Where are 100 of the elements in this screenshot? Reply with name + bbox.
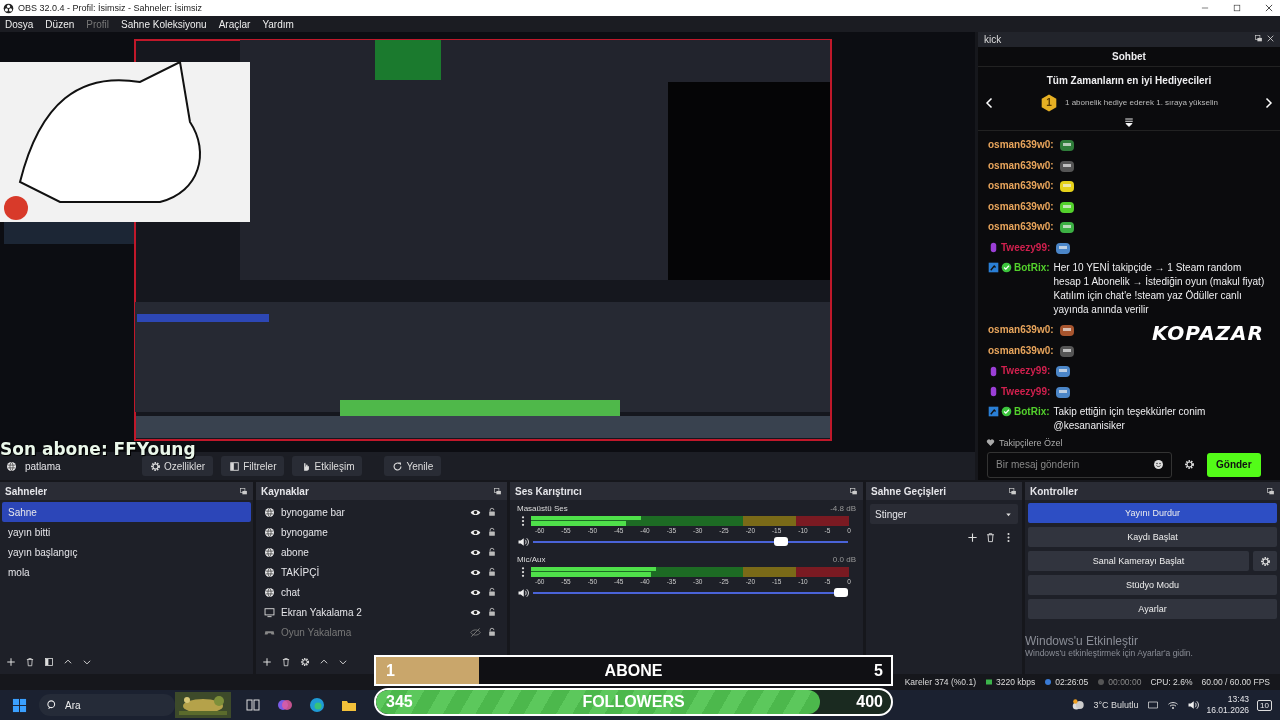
chat-username[interactable]: BotRix:	[1014, 404, 1050, 419]
cpu-usage: CPU: 2.6%	[1150, 677, 1193, 687]
transition-dropdown[interactable]: Stinger	[870, 504, 1018, 524]
source-item[interactable]: bynogame bar	[281, 506, 464, 518]
plus-icon[interactable]	[6, 657, 16, 667]
source-item[interactable]: chat	[281, 586, 464, 598]
chat-username[interactable]: osman639w0:	[988, 135, 1054, 156]
up-icon[interactable]	[63, 657, 73, 667]
scene-item[interactable]: mola	[2, 562, 251, 582]
float-icon[interactable]	[849, 486, 858, 496]
float-icon[interactable]	[1266, 486, 1275, 496]
chat-username[interactable]: Tweezy99:	[1001, 361, 1051, 382]
lock-icon[interactable]	[487, 527, 497, 537]
source-item[interactable]: abone	[281, 546, 464, 558]
task-view-icon[interactable]	[245, 697, 261, 713]
chat-username[interactable]: osman639w0:	[988, 196, 1054, 217]
control-button[interactable]: Sanal Kamerayı Başlat	[1028, 551, 1249, 571]
copilot-icon[interactable]	[277, 697, 293, 713]
clock[interactable]: 13:43 16.01.2026	[1206, 694, 1250, 716]
chat-username[interactable]: Tweezy99:	[1001, 381, 1051, 402]
tray-icon[interactable]	[1146, 699, 1159, 711]
float-icon[interactable]	[239, 486, 248, 496]
control-button[interactable]: Ayarlar	[1028, 599, 1277, 619]
eye-off-icon[interactable]	[470, 626, 481, 638]
chat-username[interactable]: osman639w0:	[988, 340, 1054, 361]
weather-text[interactable]: 3°C Bulutlu	[1093, 700, 1139, 710]
speaker-icon[interactable]	[517, 536, 529, 548]
speaker-icon[interactable]	[517, 587, 529, 599]
chat-username[interactable]: BotRix:	[1014, 260, 1050, 275]
control-button[interactable]: Yayını Durdur	[1028, 503, 1277, 523]
lock-icon[interactable]	[487, 547, 497, 557]
globe-icon	[264, 546, 275, 558]
maximize-icon[interactable]	[1232, 3, 1242, 13]
weather-icon[interactable]	[1071, 698, 1086, 712]
chat-username[interactable]: osman639w0:	[988, 320, 1054, 341]
lock-icon[interactable]	[487, 507, 497, 517]
settings-button[interactable]	[1253, 551, 1277, 571]
trash-icon[interactable]	[281, 657, 291, 667]
scene-item[interactable]: yayın başlangıç	[2, 542, 251, 562]
gear-icon[interactable]	[300, 657, 310, 667]
gifters-text: 1 abonelik hediye ederek 1. sıraya yükselin	[1065, 98, 1218, 108]
chat-username[interactable]: osman639w0:	[988, 217, 1054, 238]
menu-item[interactable]: Düzen	[45, 18, 75, 30]
lock-icon[interactable]	[487, 627, 497, 637]
chat-username[interactable]: osman639w0:	[988, 155, 1054, 176]
chat-username[interactable]: osman639w0:	[988, 176, 1054, 197]
collapse-icon[interactable]	[1123, 115, 1135, 128]
source-item[interactable]: TAKİPÇİ	[281, 566, 464, 578]
down-icon[interactable]	[82, 657, 92, 667]
control-button[interactable]: Stüdyo Modu	[1028, 575, 1277, 595]
menu-item[interactable]: Araçlar	[218, 18, 251, 30]
speaker-icon[interactable]	[1186, 699, 1199, 711]
lock-icon[interactable]	[487, 567, 497, 577]
settings-icon[interactable]	[1184, 459, 1195, 471]
scene-item[interactable]: yayın bitti	[2, 522, 251, 542]
search-field[interactable]: Ara	[39, 694, 175, 716]
slider-thumb[interactable]	[773, 537, 788, 546]
record-icon	[1097, 678, 1106, 686]
scene-item[interactable]: Sahne	[2, 502, 251, 522]
chat-username[interactable]: Tweezy99:	[1001, 237, 1051, 258]
record-time: 00:00:00	[1108, 677, 1142, 687]
down-icon[interactable]	[338, 657, 348, 667]
float-icon[interactable]	[493, 486, 502, 496]
wifi-icon[interactable]	[1166, 699, 1179, 711]
float-icon[interactable]	[1254, 34, 1264, 44]
message-field[interactable]: Bir mesaj gönderin	[987, 451, 1172, 478]
menu-item[interactable]: Sahne Koleksiyonu	[121, 18, 207, 30]
menu-item[interactable]: Yardım	[262, 18, 294, 30]
activation-text: Windows'u etkinleştirmek için Ayarlar'a gidin.	[1025, 648, 1193, 658]
float-icon[interactable]	[1008, 486, 1017, 496]
close-icon[interactable]	[1266, 34, 1275, 44]
globe-icon	[264, 586, 275, 598]
emoji-icon[interactable]	[1153, 458, 1164, 470]
filter-icon[interactable]	[44, 657, 54, 667]
source-item[interactable]: bynogame	[281, 526, 464, 538]
start-icon[interactable]	[12, 697, 27, 713]
source-item[interactable]: Oyun Yakalama	[281, 626, 464, 638]
toolbar-button[interactable]: Filtreler	[221, 456, 285, 476]
close-icon[interactable]	[1264, 3, 1274, 13]
plus-icon[interactable]	[262, 657, 272, 667]
lock-icon[interactable]	[487, 607, 497, 617]
control-button[interactable]: Kaydı Başlat	[1028, 527, 1277, 547]
slider-thumb[interactable]	[834, 588, 848, 597]
fps: 60.00 / 60.00 FPS	[1201, 677, 1270, 687]
trash-icon[interactable]	[25, 657, 35, 667]
source-item[interactable]: Ekran Yakalama 2	[281, 606, 464, 618]
up-icon[interactable]	[319, 657, 329, 667]
lock-icon[interactable]	[487, 587, 497, 597]
toolbar-button[interactable]: Etkileşim	[292, 456, 363, 476]
notification-count[interactable]: 10	[1257, 699, 1272, 711]
trash-icon[interactable]	[985, 532, 996, 543]
volume-reading: -4.8 dB	[830, 504, 856, 515]
gear-icon	[1259, 555, 1271, 567]
plus-icon[interactable]	[967, 532, 978, 543]
menu-item[interactable]: Dosya	[5, 18, 34, 30]
globe-icon	[264, 506, 275, 518]
sub-goal: 5	[874, 661, 883, 680]
browser-icon[interactable]	[309, 697, 325, 713]
send-button[interactable]: Gönder	[1207, 452, 1261, 477]
emote-icon	[1054, 363, 1073, 380]
